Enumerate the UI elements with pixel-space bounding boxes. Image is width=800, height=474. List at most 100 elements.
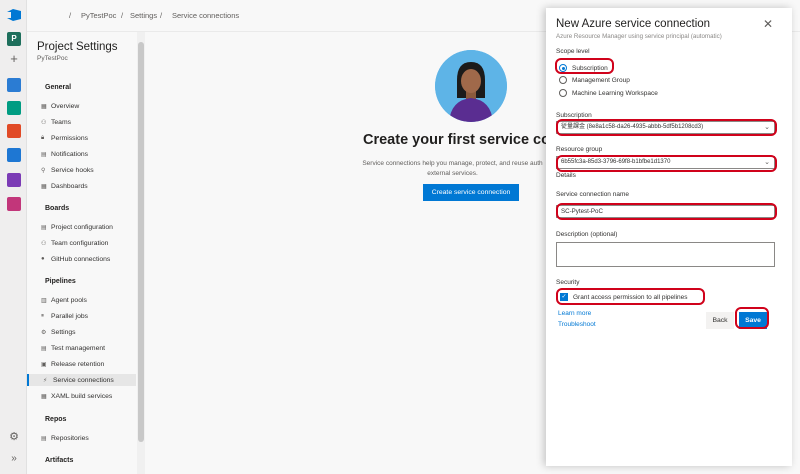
save-button[interactable]: Save: [739, 312, 767, 329]
plus-icon[interactable]: +: [7, 52, 21, 66]
grant-access-label: Grant access permission to all pipelines: [573, 293, 688, 301]
radio-label: Management Group: [572, 76, 630, 84]
sidebar-item-test-management[interactable]: ▤ Test management: [41, 342, 136, 354]
sidebar-item-label: Release retention: [51, 360, 105, 368]
gear-icon: ⚙: [41, 329, 47, 336]
subscription-select[interactable]: 従量課金 (8e8a1c58-da26-4935-abbb-5df5b1208c…: [556, 121, 775, 134]
sidebar-item-project-configuration[interactable]: ▤ Project configuration: [41, 221, 136, 233]
create-service-connection-button[interactable]: Create service connection: [423, 184, 519, 201]
sidebar-item-label: XAML build services: [51, 392, 113, 400]
radio-label: Subscription: [572, 64, 608, 72]
service-connection-name-input[interactable]: SC-Pytest-PoC: [556, 205, 775, 218]
sidebar-item-dashboards[interactable]: ▦ Dashboards: [41, 180, 136, 192]
sidebar-item-service-connections[interactable]: ⚡︎ Service connections: [27, 374, 136, 386]
parallel-icon: ⏸: [41, 312, 45, 319]
sidebar-item-label: Settings: [51, 328, 76, 336]
sidebar-item-label: Parallel jobs: [51, 312, 89, 320]
breadcrumb-separator: /: [121, 11, 124, 20]
sidebar-item-repositories[interactable]: ▤ Repositories: [41, 432, 136, 444]
sidebar-item-label: Repositories: [51, 434, 89, 442]
sidebar-item-label: Notifications: [51, 150, 89, 158]
sidebar-item-agent-pools[interactable]: ▥ Agent pools: [41, 294, 136, 306]
resource-group-value: 6b55fc3a-85d3-3796-69f8-b1bfbe1d1370: [561, 159, 671, 165]
sidebar-item-label: Test management: [51, 344, 106, 352]
breadcrumb-project[interactable]: PyTestPoc: [81, 11, 116, 20]
radio-management-group[interactable]: Management Group: [559, 76, 630, 84]
repository-icon: ▤: [41, 435, 47, 442]
close-icon[interactable]: ✕: [762, 18, 774, 30]
lock-icon: 🔒︎: [41, 134, 45, 141]
build-icon: ▦: [41, 393, 47, 400]
subscription-value: 従量課金 (8e8a1c58-da26-4935-abbb-5df5b1208c…: [561, 124, 704, 130]
project-settings-sidebar: Project Settings PyTestPoc General ▦ Over…: [27, 32, 136, 474]
subscription-label: Subscription: [556, 112, 592, 119]
radio-dot: [559, 64, 567, 72]
sidebar-item-overview[interactable]: ▦ Overview: [41, 100, 136, 112]
service-connection-name-label: Service connection name: [556, 191, 629, 198]
security-label: Security: [556, 279, 580, 286]
sidebar-item-label: Team configuration: [51, 239, 109, 247]
settings-gear-icon[interactable]: ⚙: [7, 430, 21, 444]
navigation-rail: P + ⚙ »: [0, 0, 27, 474]
section-boards: Boards: [45, 205, 70, 212]
test-plans-icon[interactable]: [7, 173, 21, 187]
retention-icon: ▣: [41, 361, 47, 368]
radio-label: Machine Learning Workspace: [572, 89, 658, 97]
person-illustration: [435, 50, 507, 122]
panel-title: New Azure service connection: [556, 18, 711, 30]
sidebar-scrollbar[interactable]: [137, 32, 145, 474]
artifacts-icon[interactable]: [7, 197, 21, 211]
radio-dot: [559, 89, 567, 97]
sidebar-item-teams[interactable]: ⚇ Teams: [41, 116, 136, 128]
troubleshoot-link[interactable]: Troubleshoot: [558, 321, 596, 328]
chevron-down-icon: ⌄: [764, 159, 770, 166]
section-general: General: [45, 84, 72, 91]
sidebar-item-label: Service hooks: [51, 166, 94, 174]
empty-state-heading: Create your first service conne: [363, 132, 576, 148]
notification-icon: ▤: [41, 151, 47, 158]
section-repos: Repos: [45, 416, 67, 423]
back-button[interactable]: Back: [706, 312, 734, 329]
project-avatar[interactable]: P: [7, 32, 21, 46]
resource-group-select[interactable]: 6b55fc3a-85d3-3796-69f8-b1bfbe1d1370 ⌄: [556, 156, 775, 169]
scrollbar-thumb[interactable]: [138, 42, 144, 442]
radio-dot: [559, 76, 567, 84]
breadcrumb-service-connections[interactable]: Service connections: [172, 11, 239, 20]
sidebar-item-label: Agent pools: [51, 296, 87, 304]
learn-more-link[interactable]: Learn more: [558, 310, 591, 317]
azure-devops-logo[interactable]: [6, 8, 22, 22]
description-input[interactable]: [556, 242, 775, 267]
sidebar-item-settings[interactable]: ⚙ Settings: [41, 326, 136, 338]
breadcrumb-separator: /: [160, 11, 163, 20]
config-icon: ▤: [41, 224, 47, 231]
sidebar-item-label: Permissions: [51, 134, 89, 142]
overview-icon: ▦: [41, 103, 47, 110]
grant-access-checkbox[interactable]: ✓ Grant access permission to all pipeline…: [560, 293, 688, 301]
sidebar-item-permissions[interactable]: 🔒︎ Permissions: [41, 132, 136, 144]
radio-machine-learning-workspace[interactable]: Machine Learning Workspace: [559, 89, 658, 97]
sidebar-project-name: PyTestPoc: [37, 55, 68, 62]
section-pipelines: Pipelines: [45, 278, 76, 285]
sidebar-item-release-retention[interactable]: ▣ Release retention: [41, 358, 136, 370]
sidebar-item-team-configuration[interactable]: ⚇ Team configuration: [41, 237, 136, 249]
sidebar-item-notifications[interactable]: ▤ Notifications: [41, 148, 136, 160]
empty-state-description: Service connections help you manage, pro…: [362, 160, 543, 177]
new-service-connection-panel: New Azure service connection Azure Resou…: [546, 8, 792, 466]
sidebar-item-xaml-build-services[interactable]: ▦ XAML build services: [41, 390, 136, 402]
plug-icon: ⚡︎: [43, 377, 48, 384]
overview-icon[interactable]: [7, 78, 21, 92]
expand-icon[interactable]: »: [7, 452, 21, 466]
repos-icon[interactable]: [7, 124, 21, 138]
pipelines-icon[interactable]: [7, 148, 21, 162]
sidebar-item-parallel-jobs[interactable]: ⏸ Parallel jobs: [41, 310, 136, 322]
section-artifacts: Artifacts: [45, 457, 74, 464]
boards-icon[interactable]: [7, 101, 21, 115]
sidebar-item-github-connections[interactable]: ● GitHub connections: [41, 253, 136, 265]
description-label: Description (optional): [556, 231, 618, 238]
teams-icon: ⚇: [41, 119, 47, 126]
sidebar-title: Project Settings: [37, 41, 118, 53]
scope-level-label: Scope level: [556, 48, 590, 55]
radio-subscription[interactable]: Subscription: [559, 64, 608, 72]
breadcrumb-settings[interactable]: Settings: [130, 11, 157, 20]
sidebar-item-service-hooks[interactable]: ⚲ Service hooks: [41, 164, 136, 176]
